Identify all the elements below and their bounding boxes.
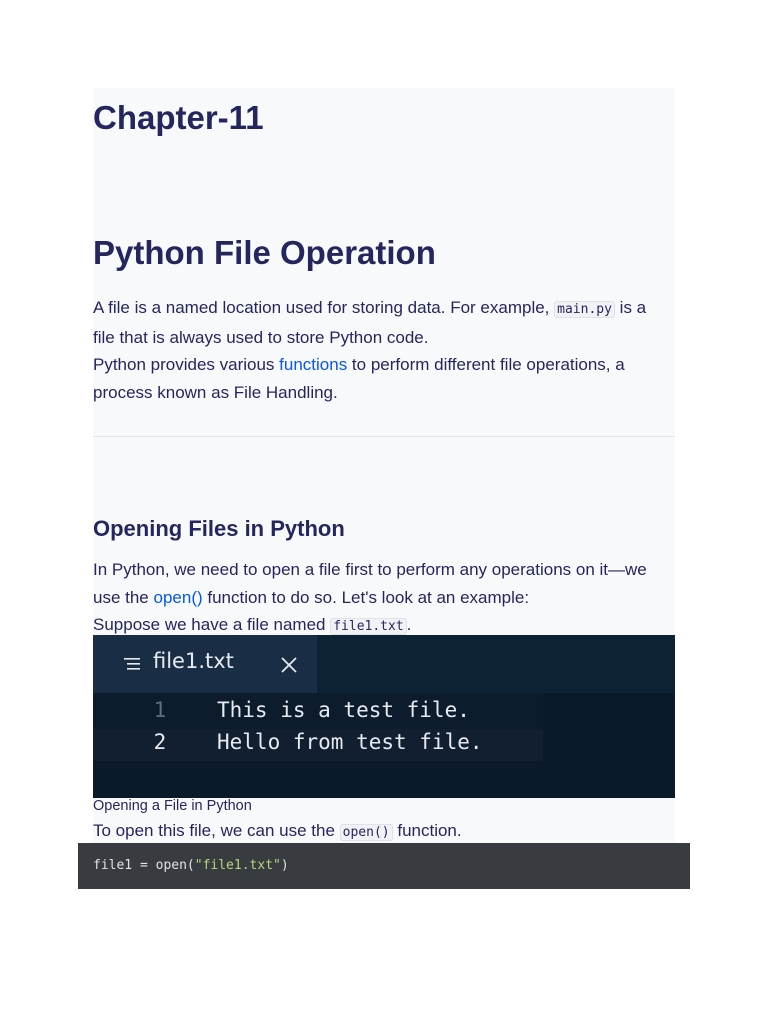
- line-number: 1: [153, 698, 167, 722]
- opening-text-2: function to do so. Let's look at an exam…: [202, 587, 530, 607]
- open-text-1: To open this file, we can use the: [93, 821, 340, 840]
- inline-code-open: open(): [339, 824, 393, 841]
- opening-paragraph: In Python, we need to open a file first …: [93, 556, 668, 641]
- intro-paragraph: A file is a named location used for stor…: [93, 294, 668, 406]
- code-line: This is a test file.: [217, 698, 470, 722]
- chapter-title: Chapter-11: [93, 99, 264, 136]
- code-prefix: file1 = open(: [93, 858, 195, 873]
- close-icon[interactable]: [281, 657, 297, 673]
- code-line: Hello from test file.: [217, 730, 483, 754]
- editor-tabstrip: [317, 635, 675, 693]
- code-suffix: ): [280, 858, 289, 873]
- section-divider: [93, 436, 675, 437]
- line-number: 2: [153, 730, 167, 754]
- opening-text-4: .: [406, 615, 412, 634]
- inline-code-file1-txt: file1.txt: [330, 618, 407, 635]
- editor-tab[interactable]: file1.txt: [93, 635, 317, 693]
- intro-text-1: A file is a named location used for stor…: [93, 298, 555, 317]
- editor-tab-label: file1.txt: [153, 649, 234, 673]
- open-text-2: function.: [392, 821, 462, 840]
- code-example-block: file1 = open("file1.txt"): [78, 843, 690, 889]
- code-example: file1 = open("file1.txt"): [93, 858, 289, 873]
- functions-link[interactable]: functions: [279, 355, 347, 374]
- open-function-link[interactable]: open(): [154, 588, 203, 607]
- opening-text-3: Suppose we have a file named: [93, 615, 331, 634]
- inline-code-main-py: main.py: [554, 301, 615, 318]
- intro-text-3: Python provides various: [93, 355, 280, 374]
- code-string: "file1.txt": [194, 858, 281, 873]
- menu-lines-icon: [124, 658, 140, 670]
- figure-caption: Opening a File in Python: [93, 798, 252, 814]
- section-title: Python File Operation: [93, 234, 436, 271]
- opening-files-heading: Opening Files in Python: [93, 516, 345, 541]
- editor-screenshot: file1.txt 1 This is a test file. 2 Hello…: [93, 635, 675, 798]
